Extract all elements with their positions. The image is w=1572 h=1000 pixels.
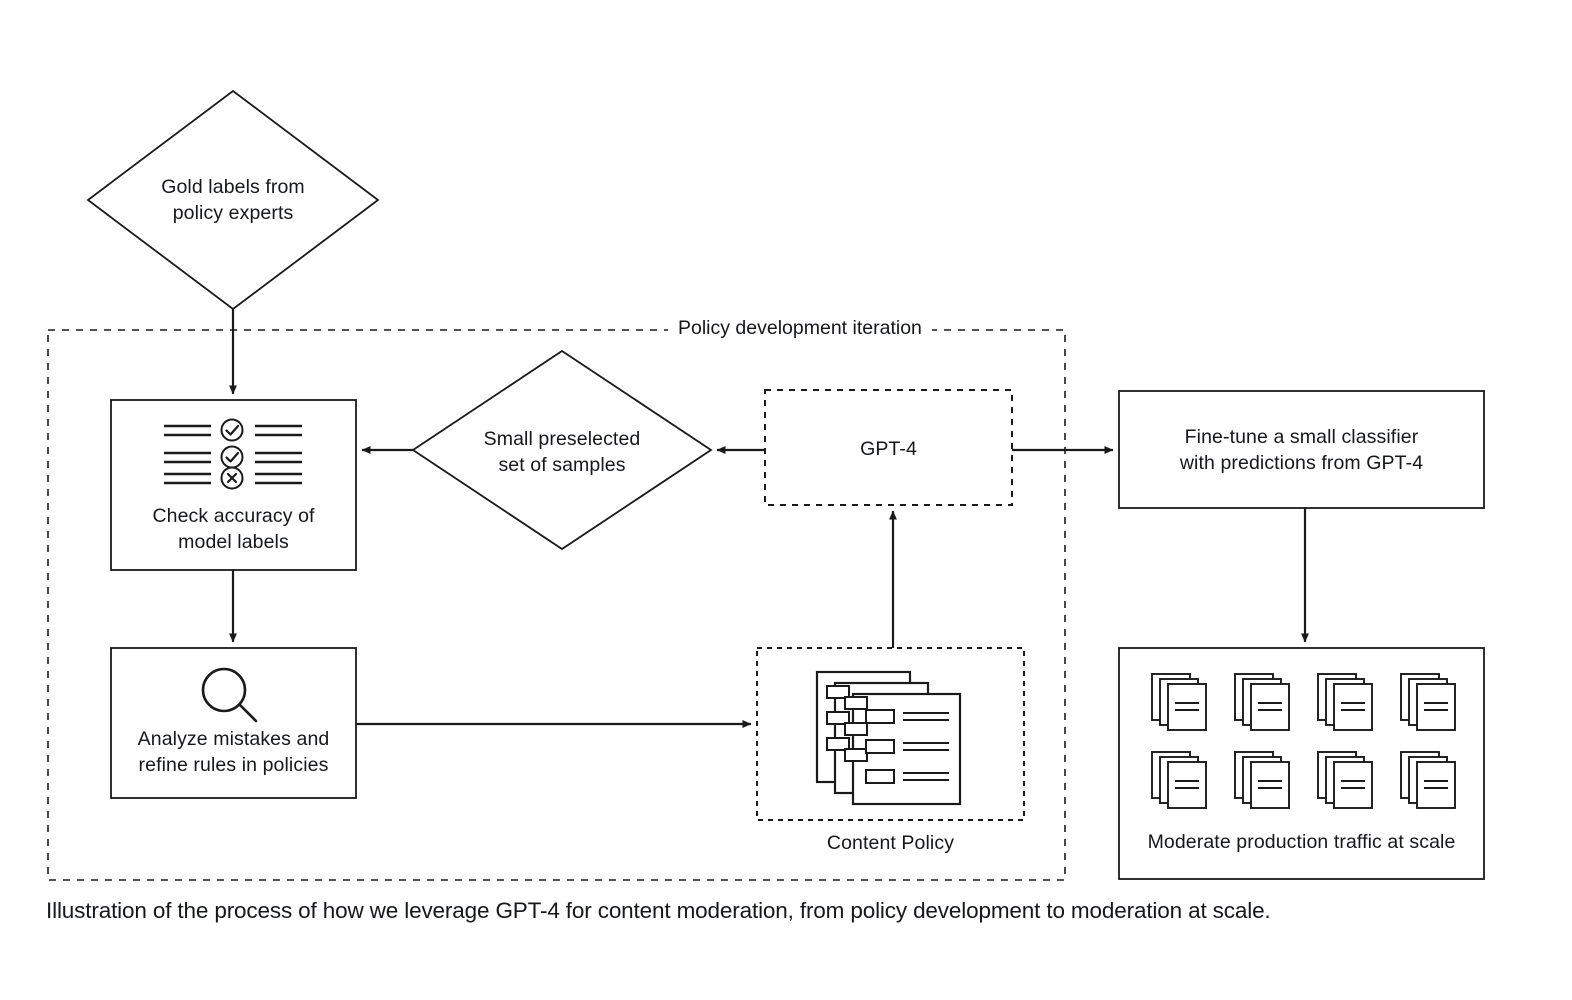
gold-labels-label: Gold labels from policy experts [161,176,305,224]
policy-iteration-container-label: Policy development iteration [668,316,932,340]
document-stack-item [1234,751,1290,809]
document-stack-item [1151,673,1207,731]
figure-caption: Illustration of the process of how we le… [46,898,1271,923]
document-stack-item [1400,751,1456,809]
fine-tune-label: Fine-tune a small classifier with predic… [1179,426,1424,474]
gpt4-label: GPT-4 [860,438,917,460]
check-accuracy-label: Check accuracy of model labels [152,505,315,553]
diagram-canvas: Policy development iteration Gold labels… [0,0,1572,1000]
analyze-mistakes-label: Analyze mistakes and refine rules in pol… [137,728,330,776]
document-stack-item [1317,673,1373,731]
document-stack-item [1234,673,1290,731]
document-stack-item [1151,751,1207,809]
document-stack-item [1400,673,1456,731]
document-stack-item [1317,751,1373,809]
moderate-traffic-label: Moderate production traffic at scale [1147,831,1456,853]
content-policy-label: Content Policy [826,832,955,854]
small-preselected-label: Small preselected set of samples [483,428,641,476]
